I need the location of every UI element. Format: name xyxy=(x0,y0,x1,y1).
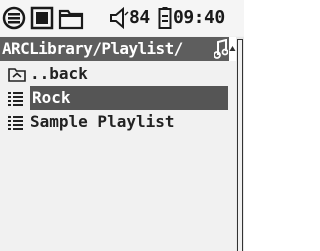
stop-icon[interactable] xyxy=(30,6,54,30)
folder-up-icon xyxy=(8,68,26,82)
list-item-label: Rock xyxy=(32,88,71,107)
playlist-icon xyxy=(8,92,23,106)
speaker-icon xyxy=(110,6,129,30)
clock: 09:40 xyxy=(173,7,225,28)
folder-icon[interactable] xyxy=(58,6,84,30)
battery-icon xyxy=(158,7,172,29)
device-screen: 84 09:40 ARCLibrary/Playlist/ ..back Roc… xyxy=(0,0,244,251)
path-bar: ARCLibrary/Playlist/ xyxy=(0,37,236,61)
scroll-up-area[interactable] xyxy=(229,37,236,61)
music-note-icon xyxy=(214,39,228,59)
list-item-rock[interactable]: Rock xyxy=(8,86,228,110)
list-item-sample-playlist[interactable]: Sample Playlist xyxy=(0,110,228,134)
list-item-label: Sample Playlist xyxy=(30,112,175,131)
up-arrow-icon[interactable] xyxy=(229,37,236,61)
status-bar: 84 09:40 xyxy=(0,0,244,36)
volume-level: 84 xyxy=(129,7,150,28)
scrollbar-thumb[interactable] xyxy=(237,39,243,251)
list-item-label: ..back xyxy=(30,64,88,83)
browser-icon[interactable] xyxy=(2,6,26,30)
file-list: ..back Rock Sample Playlist xyxy=(0,62,236,134)
current-path: ARCLibrary/Playlist/ xyxy=(2,39,183,58)
playlist-icon xyxy=(8,116,23,130)
list-item-back[interactable]: ..back xyxy=(0,62,228,86)
scrollbar[interactable] xyxy=(236,37,244,251)
